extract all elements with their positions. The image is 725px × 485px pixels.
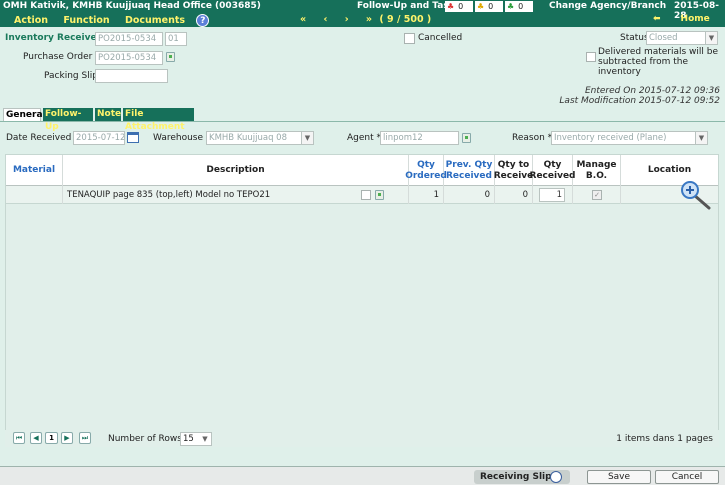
col-qty-to-receive: Qty to Receive — [494, 155, 533, 186]
tab-divider — [0, 121, 725, 122]
print-preview-icon — [550, 471, 562, 483]
organization-title: OMH Kativik, KMHB Kuujjuaq Head Office (… — [3, 1, 261, 11]
page-summary: 1 items dans 1 pages — [616, 434, 713, 444]
menu-action[interactable]: Action — [14, 15, 48, 26]
chevron-down-icon: ▼ — [199, 433, 211, 445]
previous-record-button[interactable]: ‹ — [323, 14, 327, 25]
alarm-yellow-icon: ♣ — [477, 2, 485, 11]
calendar-icon[interactable] — [127, 132, 139, 143]
home-arrow-icon: ⬅ — [653, 14, 661, 24]
menu-function[interactable]: Function — [63, 15, 109, 26]
record-position: ( 9 / 500 ) — [379, 14, 432, 25]
open-document-icon[interactable] — [375, 190, 384, 200]
alarm-red-icon: ♣ — [447, 2, 455, 11]
current-page[interactable]: 1 — [45, 432, 58, 444]
rows-select[interactable]: 15 ▼ — [180, 432, 212, 446]
change-agency-link[interactable]: Change Agency/Branch — [549, 1, 666, 11]
agent-label: Agent * — [347, 133, 382, 143]
status-label: Status — [620, 33, 649, 43]
next-page-button[interactable]: ▶ — [61, 432, 73, 444]
cancelled-checkbox[interactable] — [404, 33, 415, 44]
delivered-checkbox[interactable] — [586, 52, 596, 62]
alert-count-green[interactable]: ♣ 0 — [505, 1, 533, 12]
next-record-button[interactable]: › — [345, 14, 349, 25]
purchase-order-field[interactable]: PO2015-0534 — [95, 51, 163, 65]
tab-note[interactable]: Note — [95, 108, 121, 121]
app-header: OMH Kativik, KMHB Kuujjuaq Head Office (… — [0, 0, 725, 27]
packing-slip-field[interactable] — [95, 69, 168, 83]
inventory-sequence-field[interactable]: 01 — [165, 32, 187, 46]
last-record-button[interactable]: » — [366, 14, 372, 25]
packing-slip-label: Packing Slip — [44, 71, 98, 81]
purchase-order-label: Purchase Order * — [23, 52, 100, 62]
last-page-button[interactable]: ⏭ — [79, 432, 91, 444]
qty-received-input[interactable]: 1 — [539, 188, 565, 202]
status-select[interactable]: Closed ▼ — [646, 31, 718, 45]
chevron-down-icon: ▼ — [705, 32, 717, 44]
first-page-button[interactable]: ⏮ — [13, 432, 25, 444]
cell-description: TENAQUIP page 835 (top,left) Model no TE… — [63, 186, 409, 204]
alarm-green-icon: ♣ — [507, 2, 515, 11]
alert-count-red[interactable]: ♣ 0 — [445, 1, 473, 12]
previous-page-button[interactable]: ◀ — [30, 432, 42, 444]
chevron-down-icon: ▼ — [695, 132, 707, 144]
cell-location — [621, 181, 718, 210]
col-prev-qty-received[interactable]: Prev. Qty Received — [444, 155, 495, 186]
col-material[interactable]: Material — [6, 155, 63, 186]
inventory-received-label: Inventory Received — [5, 33, 104, 43]
record-navigation: « ‹ › » ( 9 / 500 ) — [300, 14, 445, 25]
receiving-slip-button[interactable]: Receiving Slip — [474, 470, 570, 484]
col-manage-bo: Manage B.O. — [573, 155, 621, 186]
open-document-icon[interactable] — [462, 133, 471, 143]
home-link[interactable]: ⬅ Home — [653, 14, 710, 24]
agent-field[interactable]: linpom12 — [380, 131, 459, 145]
first-record-button[interactable]: « — [300, 14, 306, 25]
tab-general[interactable]: General — [3, 108, 46, 121]
warehouse-label: Warehouse * — [153, 133, 211, 143]
menu-documents[interactable]: Documents — [125, 15, 185, 26]
warehouse-select[interactable]: KMHB Kuujjuaq 08 ▼ — [206, 131, 314, 145]
last-modification: Last Modification 2015-07-12 09:52 — [559, 96, 720, 106]
col-qty-ordered[interactable]: Qty Ordered — [405, 155, 447, 186]
tab-follow-up[interactable]: Follow-Up — [43, 108, 93, 132]
col-description: Description — [63, 155, 409, 186]
pagination-bar: ⏮ ◀ 1 ▶ ⏭ Number of Rows: 15 ▼ 1 items da… — [5, 430, 719, 447]
cancel-button[interactable]: Cancel — [655, 470, 719, 484]
save-button[interactable]: Save — [587, 470, 651, 484]
zoom-in-icon[interactable] — [679, 180, 713, 210]
cell-qty-ordered: 1 — [409, 186, 444, 204]
cancelled-label: Cancelled — [418, 33, 463, 43]
cell-qty-received: 1 — [533, 186, 573, 204]
followup-task-label[interactable]: Follow-Up and Task — [357, 1, 455, 11]
inventory-received-field[interactable]: PO2015-0534 — [95, 32, 163, 46]
cell-manage-bo: ✓ — [573, 186, 621, 204]
cell-material — [6, 186, 63, 204]
date-received-label: Date Received * — [6, 133, 79, 143]
date-received-field[interactable]: 2015-07-12 — [73, 131, 125, 145]
chevron-down-icon: ▼ — [301, 132, 313, 144]
alert-count-yellow[interactable]: ♣ 0 — [475, 1, 503, 12]
cell-prev-qty-received: 0 — [444, 186, 495, 204]
help-icon[interactable]: ? — [196, 14, 210, 27]
reason-label: Reason * — [512, 133, 553, 143]
cell-qty-to-receive: 0 — [495, 186, 533, 204]
reason-select[interactable]: Inventory received (Plane) ▼ — [551, 131, 708, 145]
table-row: TENAQUIP page 835 (top,left) Model no TE… — [6, 181, 718, 210]
manage-bo-checkbox[interactable]: ✓ — [592, 190, 602, 200]
row-checkbox[interactable] — [361, 190, 371, 200]
delivered-note: Delivered materials will be subtracted f… — [598, 47, 719, 77]
tab-file-attachment[interactable]: File Attachment — [123, 108, 194, 132]
main-menu: Action Function Documents ? — [14, 14, 221, 27]
col-qty-received: Qty Received — [530, 155, 576, 186]
open-document-icon[interactable] — [166, 52, 175, 62]
action-footer: Receiving Slip Save Cancel — [0, 466, 725, 485]
table-header: Material Description Qty Ordered Prev. Q… — [6, 155, 718, 186]
rows-label: Number of Rows: — [108, 434, 185, 444]
materials-table: Material Description Qty Ordered Prev. Q… — [5, 154, 719, 447]
entered-on: Entered On 2015-07-12 09:36 — [584, 86, 720, 96]
